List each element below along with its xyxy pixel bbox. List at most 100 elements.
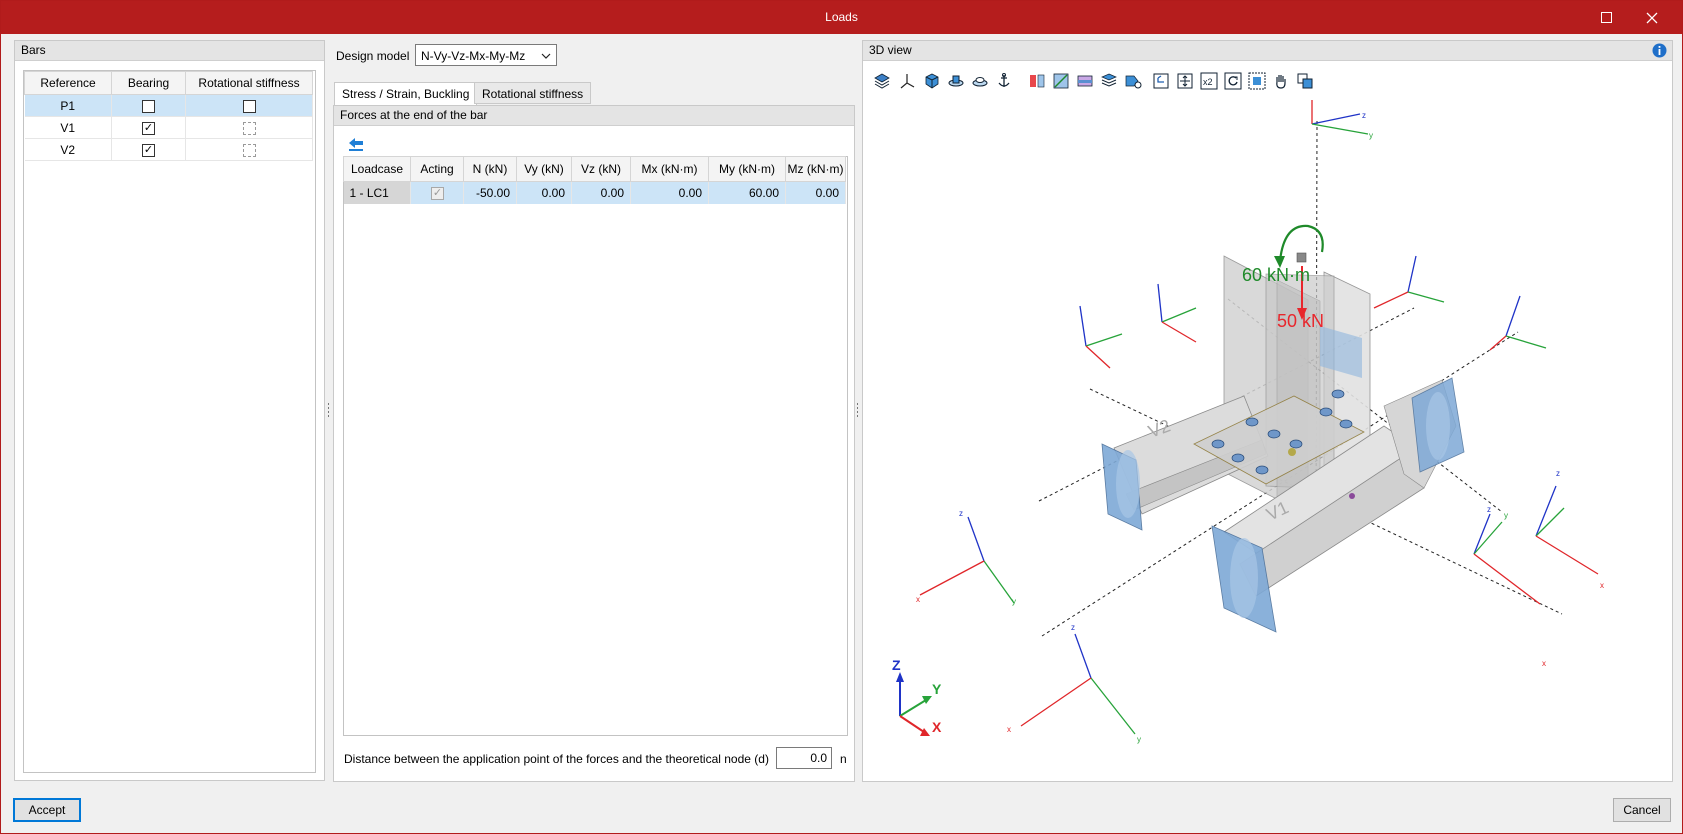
svg-text:z: z <box>959 509 963 518</box>
svg-text:y: y <box>1369 131 1373 140</box>
column-header-vy[interactable]: Vy (kN) <box>516 156 572 182</box>
column-header-my[interactable]: My (kN·m) <box>708 156 786 182</box>
bar-reference: V1 <box>24 116 112 139</box>
column-header-mz[interactable]: Mz (kN·m) <box>785 156 846 182</box>
close-button[interactable] <box>1629 1 1675 34</box>
view3d-toolbar: x2 <box>873 69 1313 93</box>
rotational-stiffness-checkbox <box>242 143 256 157</box>
svg-text:x: x <box>1007 725 1011 734</box>
svg-text:x: x <box>916 595 920 604</box>
my-cell[interactable]: 60.00 <box>708 181 786 204</box>
bars-panel: Bars Reference Bearing Rotational stiffn… <box>14 40 325 781</box>
bearing-checkbox[interactable] <box>142 121 155 135</box>
render-mode-icon[interactable] <box>1124 72 1142 90</box>
rotate-back-icon[interactable] <box>1152 72 1170 90</box>
left-splitter[interactable] <box>327 403 330 417</box>
section-view-icon[interactable] <box>1028 72 1046 90</box>
table-row[interactable]: 1 - LC1 -50.00 0.00 0.00 0.00 60.00 0.00 <box>343 181 846 204</box>
refresh-icon[interactable] <box>1224 72 1242 90</box>
bars-row-v2[interactable]: V2 <box>24 138 313 161</box>
bar-reference: V2 <box>24 138 112 161</box>
svg-text:z: z <box>1556 469 1560 478</box>
global-y-label: Y <box>932 681 942 697</box>
loadcase-cell[interactable]: 1 - LC1 <box>343 181 411 204</box>
mx-cell[interactable]: 0.00 <box>630 181 709 204</box>
maximize-button[interactable] <box>1583 1 1629 34</box>
stack-icon[interactable] <box>1100 72 1118 90</box>
mz-cell[interactable]: 0.00 <box>785 181 846 204</box>
design-model-dropdown[interactable]: N-Vy-Vz-Mx-My-Mz <box>415 44 557 66</box>
bar-reference: P1 <box>24 94 112 117</box>
svg-text:x: x <box>1600 581 1604 590</box>
tab-stress-strain-buckling[interactable]: Stress / Strain, Buckling <box>334 82 478 106</box>
tab-rotational-stiffness[interactable]: Rotational stiffness <box>474 82 592 104</box>
svg-text:z: z <box>1487 505 1491 514</box>
svg-text:y: y <box>1012 597 1016 606</box>
column-header-rotational-stiffness[interactable]: Rotational stiffness <box>185 71 313 95</box>
right-splitter[interactable] <box>856 403 859 417</box>
distance-input[interactable] <box>776 747 832 769</box>
copy-view-icon[interactable] <box>1296 72 1314 90</box>
column-header-acting[interactable]: Acting <box>410 156 464 182</box>
layers-icon[interactable] <box>873 72 891 90</box>
bars-panel-header: Bars <box>15 41 324 61</box>
axes-icon[interactable] <box>898 72 916 90</box>
weld-view-icon[interactable] <box>971 72 989 90</box>
svg-text:x2: x2 <box>1203 77 1213 87</box>
rotational-stiffness-checkbox[interactable] <box>242 99 256 113</box>
moment-label: 60 kN·m <box>1242 265 1310 285</box>
loads-dialog: Loads Bars Reference Bearing Rotational … <box>0 0 1683 834</box>
distance-unit: n <box>840 752 847 766</box>
bars-table-frame <box>23 70 316 773</box>
close-icon <box>1646 12 1658 23</box>
view3d-panel: 3D view x2 V2 V1 60 kN·m 50 kN z y z y x… <box>862 40 1673 782</box>
info-icon[interactable] <box>1652 43 1667 58</box>
bearing-checkbox[interactable] <box>142 143 155 157</box>
cancel-button[interactable]: Cancel <box>1613 798 1671 822</box>
column-header-mx[interactable]: Mx (kN·m) <box>630 156 709 182</box>
vy-cell[interactable]: 0.00 <box>516 181 572 204</box>
global-axes-triad: Z Y X <box>892 657 942 736</box>
forces-table: Loadcase Acting N (kN) Vy (kN) Vz (kN) M… <box>343 156 846 204</box>
n-cell[interactable]: -50.00 <box>463 181 517 204</box>
forces-section-header: Forces at the end of the bar <box>334 106 854 126</box>
maximize-icon <box>1600 12 1612 23</box>
window-title: Loads <box>825 10 858 24</box>
plane-icon[interactable] <box>1052 72 1070 90</box>
3d-viewport[interactable]: V2 V1 60 kN·m 50 kN z y z y x z y x z y … <box>864 96 1670 778</box>
distance-label: Distance between the application point o… <box>344 752 769 766</box>
design-model-label: Design model <box>336 49 410 63</box>
column-header-bearing[interactable]: Bearing <box>111 71 186 95</box>
rotational-stiffness-checkbox <box>242 121 256 135</box>
forces-table-frame <box>343 156 848 736</box>
column-header-n[interactable]: N (kN) <box>463 156 517 182</box>
bolt-view-icon[interactable] <box>947 72 965 90</box>
view3d-header: 3D view <box>863 41 1672 61</box>
title-bar: Loads <box>1 1 1682 34</box>
forces-panel: Forces at the end of the bar Loadcase Ac… <box>333 105 855 782</box>
design-model-value: N-Vy-Vz-Mx-My-Mz <box>421 49 526 63</box>
bearing-checkbox[interactable] <box>142 99 155 113</box>
bars-row-p1[interactable]: P1 <box>24 94 313 117</box>
svg-text:z: z <box>1362 111 1366 120</box>
cube-icon[interactable] <box>923 72 941 90</box>
column-header-vz[interactable]: Vz (kN) <box>571 156 631 182</box>
accept-button[interactable]: Accept <box>13 798 81 822</box>
zoom-extents-icon[interactable] <box>1176 72 1194 90</box>
pan-hand-icon[interactable] <box>1272 72 1290 90</box>
anchor-icon[interactable] <box>995 72 1013 90</box>
column-header-reference[interactable]: Reference <box>24 71 112 95</box>
global-x-label: X <box>932 719 942 735</box>
grid-icon[interactable] <box>1248 72 1266 90</box>
force-label: 50 kN <box>1277 311 1324 331</box>
x2-icon[interactable]: x2 <box>1200 72 1218 90</box>
plate-icon[interactable] <box>1076 72 1094 90</box>
vz-cell[interactable]: 0.00 <box>571 181 631 204</box>
bars-row-v1[interactable]: V1 <box>24 116 313 139</box>
bars-table: Reference Bearing Rotational stiffness P… <box>24 71 313 161</box>
global-z-label: Z <box>892 657 901 673</box>
column-header-loadcase[interactable]: Loadcase <box>343 156 411 182</box>
svg-text:x: x <box>1542 659 1546 668</box>
back-arrow-icon[interactable] <box>347 136 365 152</box>
svg-text:y: y <box>1137 735 1141 744</box>
